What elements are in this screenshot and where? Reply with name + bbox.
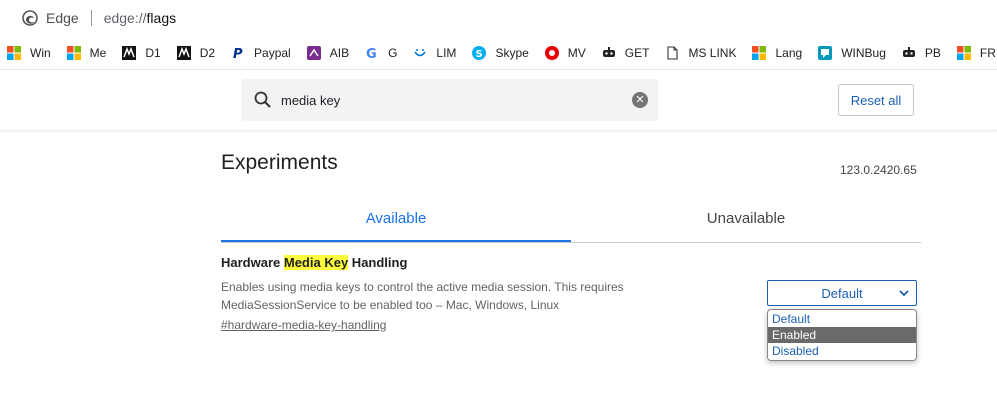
experiment-description: Enables using media keys to control the … [221,278,681,314]
bot-icon [601,45,617,61]
url-host: flags [146,10,177,26]
bookmark-winbug[interactable]: WINBug [811,39,895,67]
experiment-entry: Hardware Media Key Handling Enables usin… [221,255,681,332]
search-box[interactable]: ✕ [241,79,658,121]
experiment-permalink[interactable]: #hardware-media-key-handling [221,318,681,332]
experiment-state-select[interactable]: Default [767,280,917,306]
paypal-icon: P [230,45,246,61]
bookmark-d2[interactable]: D2 [170,39,224,67]
bookmark-label: Skype [495,45,529,60]
google-icon: G [364,45,380,61]
chevron-down-icon [899,290,909,297]
bookmark-label: D2 [199,45,216,60]
url-text[interactable]: edge://flags [104,10,176,26]
address-bar: Edge edge://flags [0,0,997,36]
bookmark-label: G [388,45,398,60]
bookmark-label: FR [979,45,996,60]
bookmark-label: LIM [436,45,457,60]
windows-logo-icon [6,45,22,61]
bookmark-label: AIB [329,45,350,60]
experiment-name-before: Hardware [221,255,284,270]
bookmark-label: Lang [775,45,803,60]
experiment-name-after: Handling [348,255,408,270]
url-prefix: edge:// [103,10,147,26]
flags-header: ✕ Reset all [0,70,997,131]
windows-logo-icon [956,45,972,61]
svg-text:G: G [366,47,377,60]
skype-icon: S [471,45,487,61]
bookmark-label: Me [89,45,107,60]
bookmark-skype[interactable]: S Skype [465,39,537,67]
lim-icon [412,45,428,61]
bookmark-lang[interactable]: Lang [745,39,811,67]
clear-search-icon[interactable]: ✕ [632,92,648,108]
page-title: Experiments [221,151,338,174]
bookmark-me[interactable]: Me [60,39,116,67]
windows-logo-icon [66,45,82,61]
tab-available[interactable]: Available [221,200,571,242]
omnibox[interactable]: Edge edge://flags [10,3,990,33]
windows-logo-icon [751,45,767,61]
edge-logo-icon [22,10,38,26]
bookmarks-bar: Win Me D1 D2 P Paypal AIB G G LIM S Skyp… [0,36,997,69]
bookmark-paypal[interactable]: P Paypal [224,39,300,67]
bookmark-label: WINBug [841,45,886,60]
svg-text:S: S [476,49,483,60]
svg-text:P: P [233,47,243,60]
description-line-1: Enables using media keys to control the … [221,280,624,294]
select-value: Default [821,285,863,301]
search-input[interactable] [279,91,623,109]
experiment-name: Hardware Media Key Handling [221,255,681,270]
description-line-2: MediaSessionService to be enabled too – … [221,298,560,312]
version-label: 123.0.2420.65 [840,163,917,177]
bookmark-label: Paypal [254,45,291,60]
bookmark-aib[interactable]: AIB [300,39,358,67]
bookmark-g[interactable]: G G [358,39,406,67]
tab-bar: Available Unavailable [221,200,921,243]
address-separator [90,10,92,26]
bookmark-win[interactable]: Win [0,39,60,67]
bookmark-mv[interactable]: MV [538,39,595,67]
bookmark-lim[interactable]: LIM [406,39,465,67]
bookmark-label: Win [30,45,51,60]
tab-unavailable[interactable]: Unavailable [571,200,921,240]
select-dropdown-list: Default Enabled Disabled [767,309,917,361]
bookmark-fr[interactable]: FR [950,39,997,67]
bookmark-label: MV [567,45,586,60]
bookmark-pb[interactable]: PB [895,39,950,67]
bookmark-label: PB [924,45,941,60]
vodafone-icon [544,45,560,61]
bot-icon [901,45,917,61]
search-highlight: Media Key [283,255,349,270]
option-enabled[interactable]: Enabled [768,327,916,343]
option-default[interactable]: Default [768,311,916,327]
d-logo-icon [121,45,137,61]
site-name: Edge [46,10,79,26]
d-logo-icon [176,45,192,61]
bookmark-d1[interactable]: D1 [115,39,169,67]
feedback-icon [817,45,833,61]
search-icon [254,91,271,108]
bookmark-get[interactable]: GET [595,39,659,67]
reset-all-button[interactable]: Reset all [838,84,914,116]
option-disabled[interactable]: Disabled [768,343,916,359]
aib-icon [306,45,322,61]
bookmark-label: GET [624,45,650,60]
bookmark-ms-link[interactable]: MS LINK [658,39,745,67]
bookmark-label: MS LINK [688,45,737,60]
page-icon [664,45,680,61]
bookmark-label: D1 [145,45,161,60]
